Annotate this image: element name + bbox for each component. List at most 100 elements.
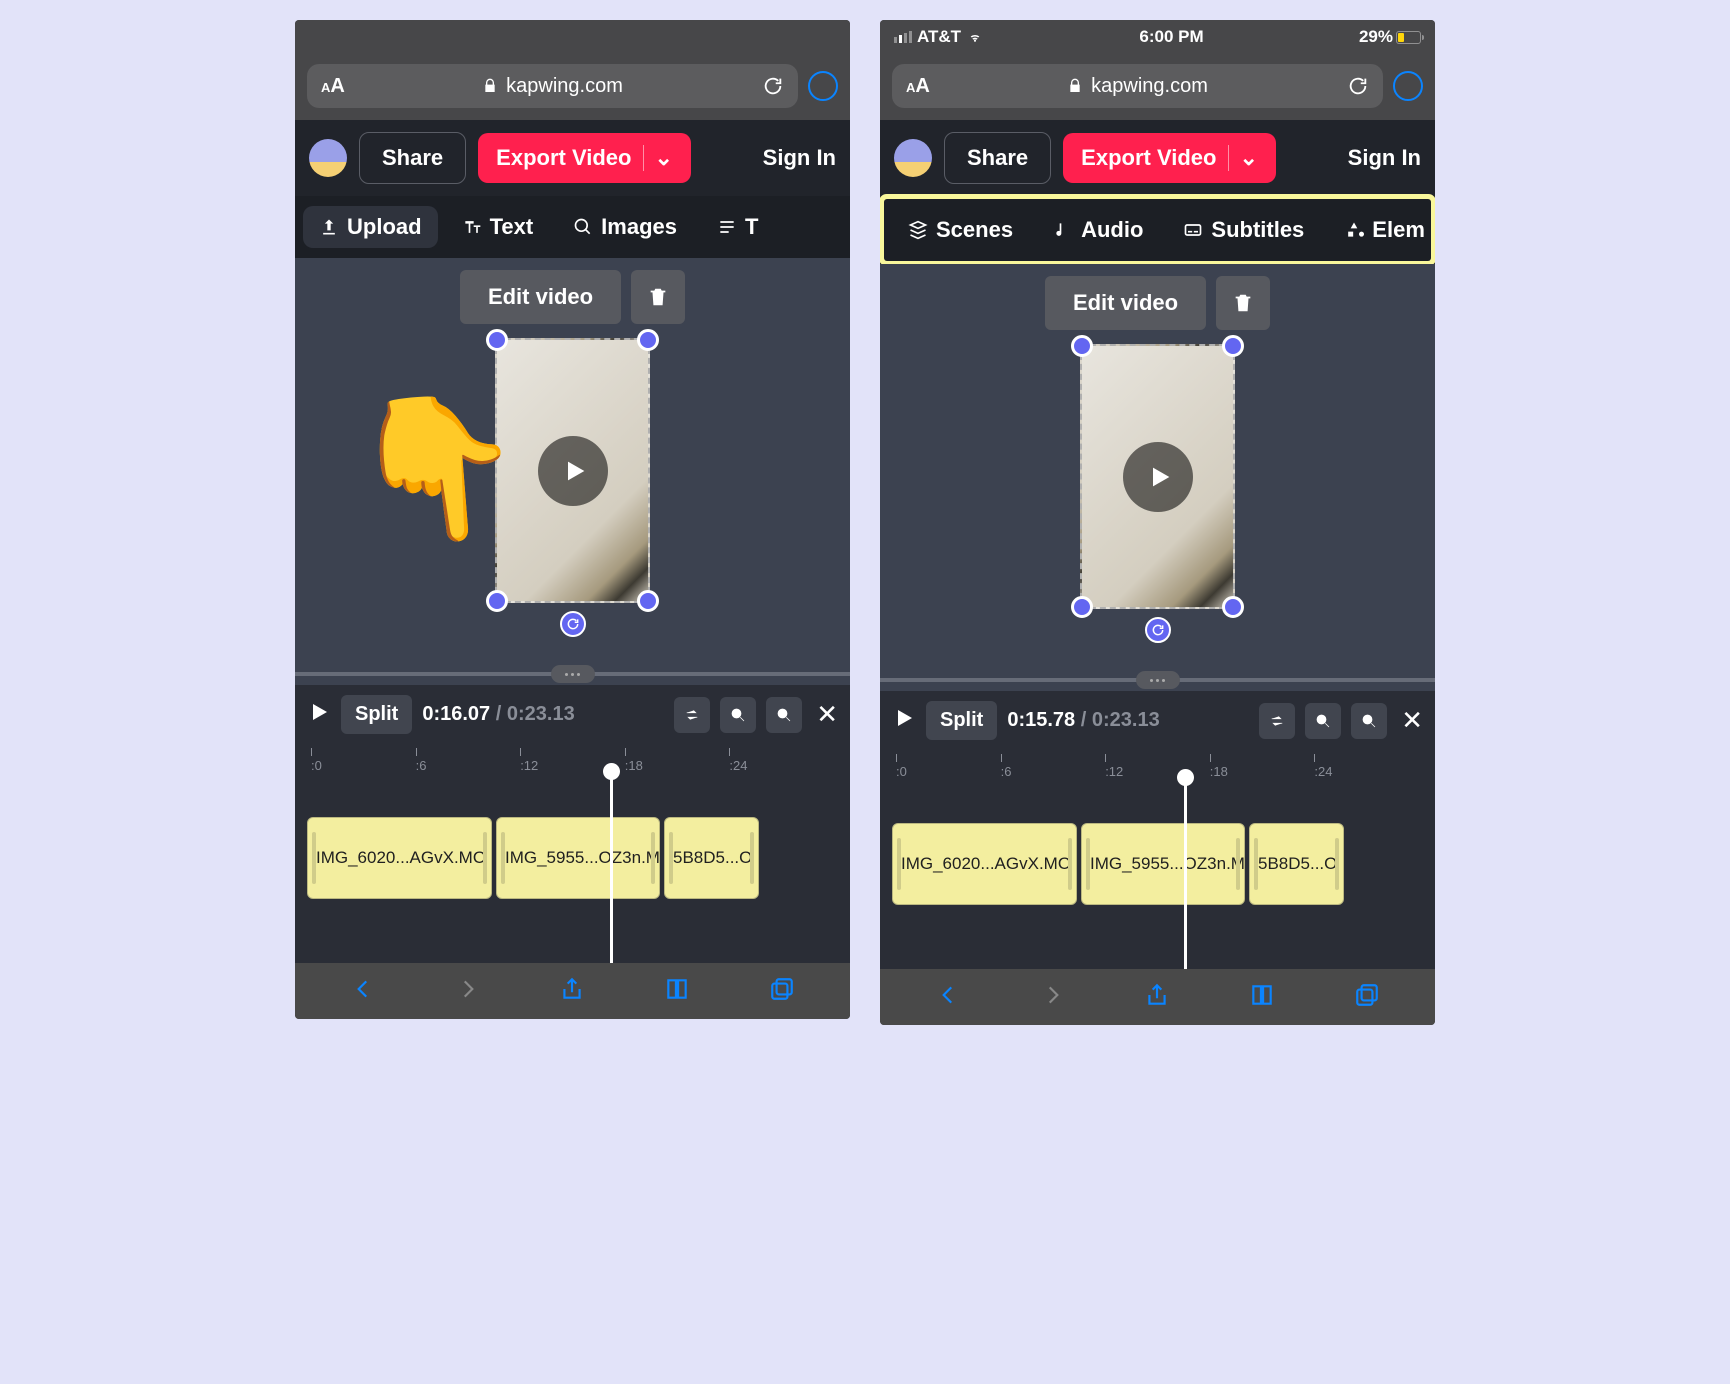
url-text: kapwing.com [506,75,623,98]
timeline-ruler[interactable]: :0 :6 :12 :18 :24 [880,750,1435,781]
edit-video-button[interactable]: Edit video [460,270,621,324]
trash-icon [647,285,669,309]
panel-divider[interactable] [880,669,1435,691]
zoom-in-button[interactable] [1351,703,1387,739]
resize-handle-tr[interactable] [1222,335,1244,357]
bookmarks-button[interactable] [1249,982,1275,1013]
tool-upload[interactable]: Upload [303,206,438,248]
resize-handle-tr[interactable] [637,329,659,351]
close-icon[interactable]: ✕ [816,699,838,730]
export-button[interactable]: Export Video⌄ [478,133,691,183]
clip[interactable]: IMG_5955...OZ3n.M [1081,823,1245,905]
resize-handle-br[interactable] [1222,596,1244,618]
tool-audio[interactable]: Audio [1037,209,1159,251]
play-button[interactable] [892,706,916,735]
reader-button[interactable]: AA [906,75,927,98]
tool-row-highlighted: Scenes Audio Subtitles Elem [884,199,1431,261]
swap-button[interactable] [1259,703,1295,739]
tool-elements[interactable]: Elem [1328,209,1431,251]
zoom-out-button[interactable] [1305,703,1341,739]
delete-button[interactable] [631,270,685,324]
share-button[interactable]: Share [944,132,1051,184]
tool-images[interactable]: Images [557,206,693,248]
lock-icon [482,78,498,94]
edit-video-button[interactable]: Edit video [1045,276,1206,330]
refresh-icon[interactable] [762,75,784,97]
video-element[interactable] [1080,344,1235,609]
split-button[interactable]: Split [926,701,997,740]
tabs-button[interactable] [769,976,795,1007]
signin-link[interactable]: Sign In [1348,145,1421,171]
tool-subtitles[interactable]: Subtitles [1167,209,1320,251]
panel-divider[interactable] [295,663,850,685]
tool-text[interactable]: Text [446,206,550,248]
close-icon[interactable]: ✕ [1401,705,1423,736]
resize-handle-tl[interactable] [1071,335,1093,357]
canvas[interactable]: Edit video 👇 [295,258,850,663]
pointing-hand-emoji: 👇 [344,391,530,546]
share-safari-button[interactable] [1144,982,1170,1013]
status-time: 6:00 PM [1139,27,1203,47]
canvas[interactable]: Edit video [880,264,1435,669]
signin-link[interactable]: Sign In [763,145,836,171]
playhead[interactable] [1184,781,1187,969]
clip[interactable]: 5B8D5...O [1249,823,1344,905]
share-safari-button[interactable] [559,976,585,1007]
avatar[interactable] [894,139,932,177]
zoom-out-button[interactable] [720,697,756,733]
play-icon [1146,463,1174,491]
timeline-track[interactable]: IMG_6020...AGvX.MO IMG_5955...OZ3n.M 5B8… [295,775,850,963]
tabs-button[interactable] [1354,982,1380,1013]
chevron-down-icon[interactable]: ⌄ [1228,145,1257,171]
refresh-icon[interactable] [1347,75,1369,97]
timeline-ruler[interactable]: :0 :6 :12 :18 :24 [295,744,850,775]
back-button[interactable] [935,982,961,1013]
download-button[interactable] [808,71,838,101]
play-overlay[interactable] [1123,442,1193,512]
back-button[interactable] [350,976,376,1007]
status-bar: AT&T 6:00 PM 29% [295,20,850,54]
tool-more[interactable]: T [701,206,774,248]
zoom-in-button[interactable] [766,697,802,733]
clip[interactable]: 5B8D5...O [664,817,759,899]
app-header: Share Export Video⌄ Sign In [880,120,1435,196]
timeline-track[interactable]: IMG_6020...AGvX.MO IMG_5955...OZ3n.M 5B8… [880,781,1435,969]
split-button[interactable]: Split [341,695,412,734]
subtitles-icon [1183,220,1203,240]
clip[interactable]: IMG_5955...OZ3n.M [496,817,660,899]
url-bar[interactable]: AA kapwing.com [307,64,798,108]
tool-scenes[interactable]: Scenes [892,209,1029,251]
resize-handle-bl[interactable] [1071,596,1093,618]
play-icon [561,457,589,485]
timeline-toolbar: Split 0:16.07 / 0:23.13 ✕ [295,685,850,744]
forward-button[interactable] [455,976,481,1007]
safari-toolbar [295,963,850,1019]
avatar[interactable] [309,139,347,177]
forward-button[interactable] [1040,982,1066,1013]
resize-handle-br[interactable] [637,590,659,612]
playhead[interactable] [610,775,613,963]
play-overlay[interactable] [538,436,608,506]
share-button[interactable]: Share [359,132,466,184]
audio-icon [1053,220,1073,240]
delete-button[interactable] [1216,276,1270,330]
play-button[interactable] [307,700,331,729]
clip[interactable]: IMG_6020...AGvX.MO [892,823,1077,905]
browser-chrome: AA kapwing.com [295,54,850,120]
export-button[interactable]: Export Video⌄ [1063,133,1276,183]
scenes-icon [908,220,928,240]
reader-button[interactable]: AA [321,75,342,98]
right-screenshot: AT&T 6:00 PM 29% AA kapwing.com Share Ex… [880,20,1435,1025]
elements-icon [1344,220,1364,240]
wifi-icon [966,31,984,44]
chevron-down-icon[interactable]: ⌄ [643,145,672,171]
rotate-handle[interactable] [560,611,586,637]
bookmarks-button[interactable] [664,976,690,1007]
clip[interactable]: IMG_6020...AGvX.MO [307,817,492,899]
download-button[interactable] [1393,71,1423,101]
resize-handle-bl[interactable] [486,590,508,612]
swap-button[interactable] [674,697,710,733]
url-bar[interactable]: AA kapwing.com [892,64,1383,108]
resize-handle-tl[interactable] [486,329,508,351]
rotate-handle[interactable] [1145,617,1171,643]
